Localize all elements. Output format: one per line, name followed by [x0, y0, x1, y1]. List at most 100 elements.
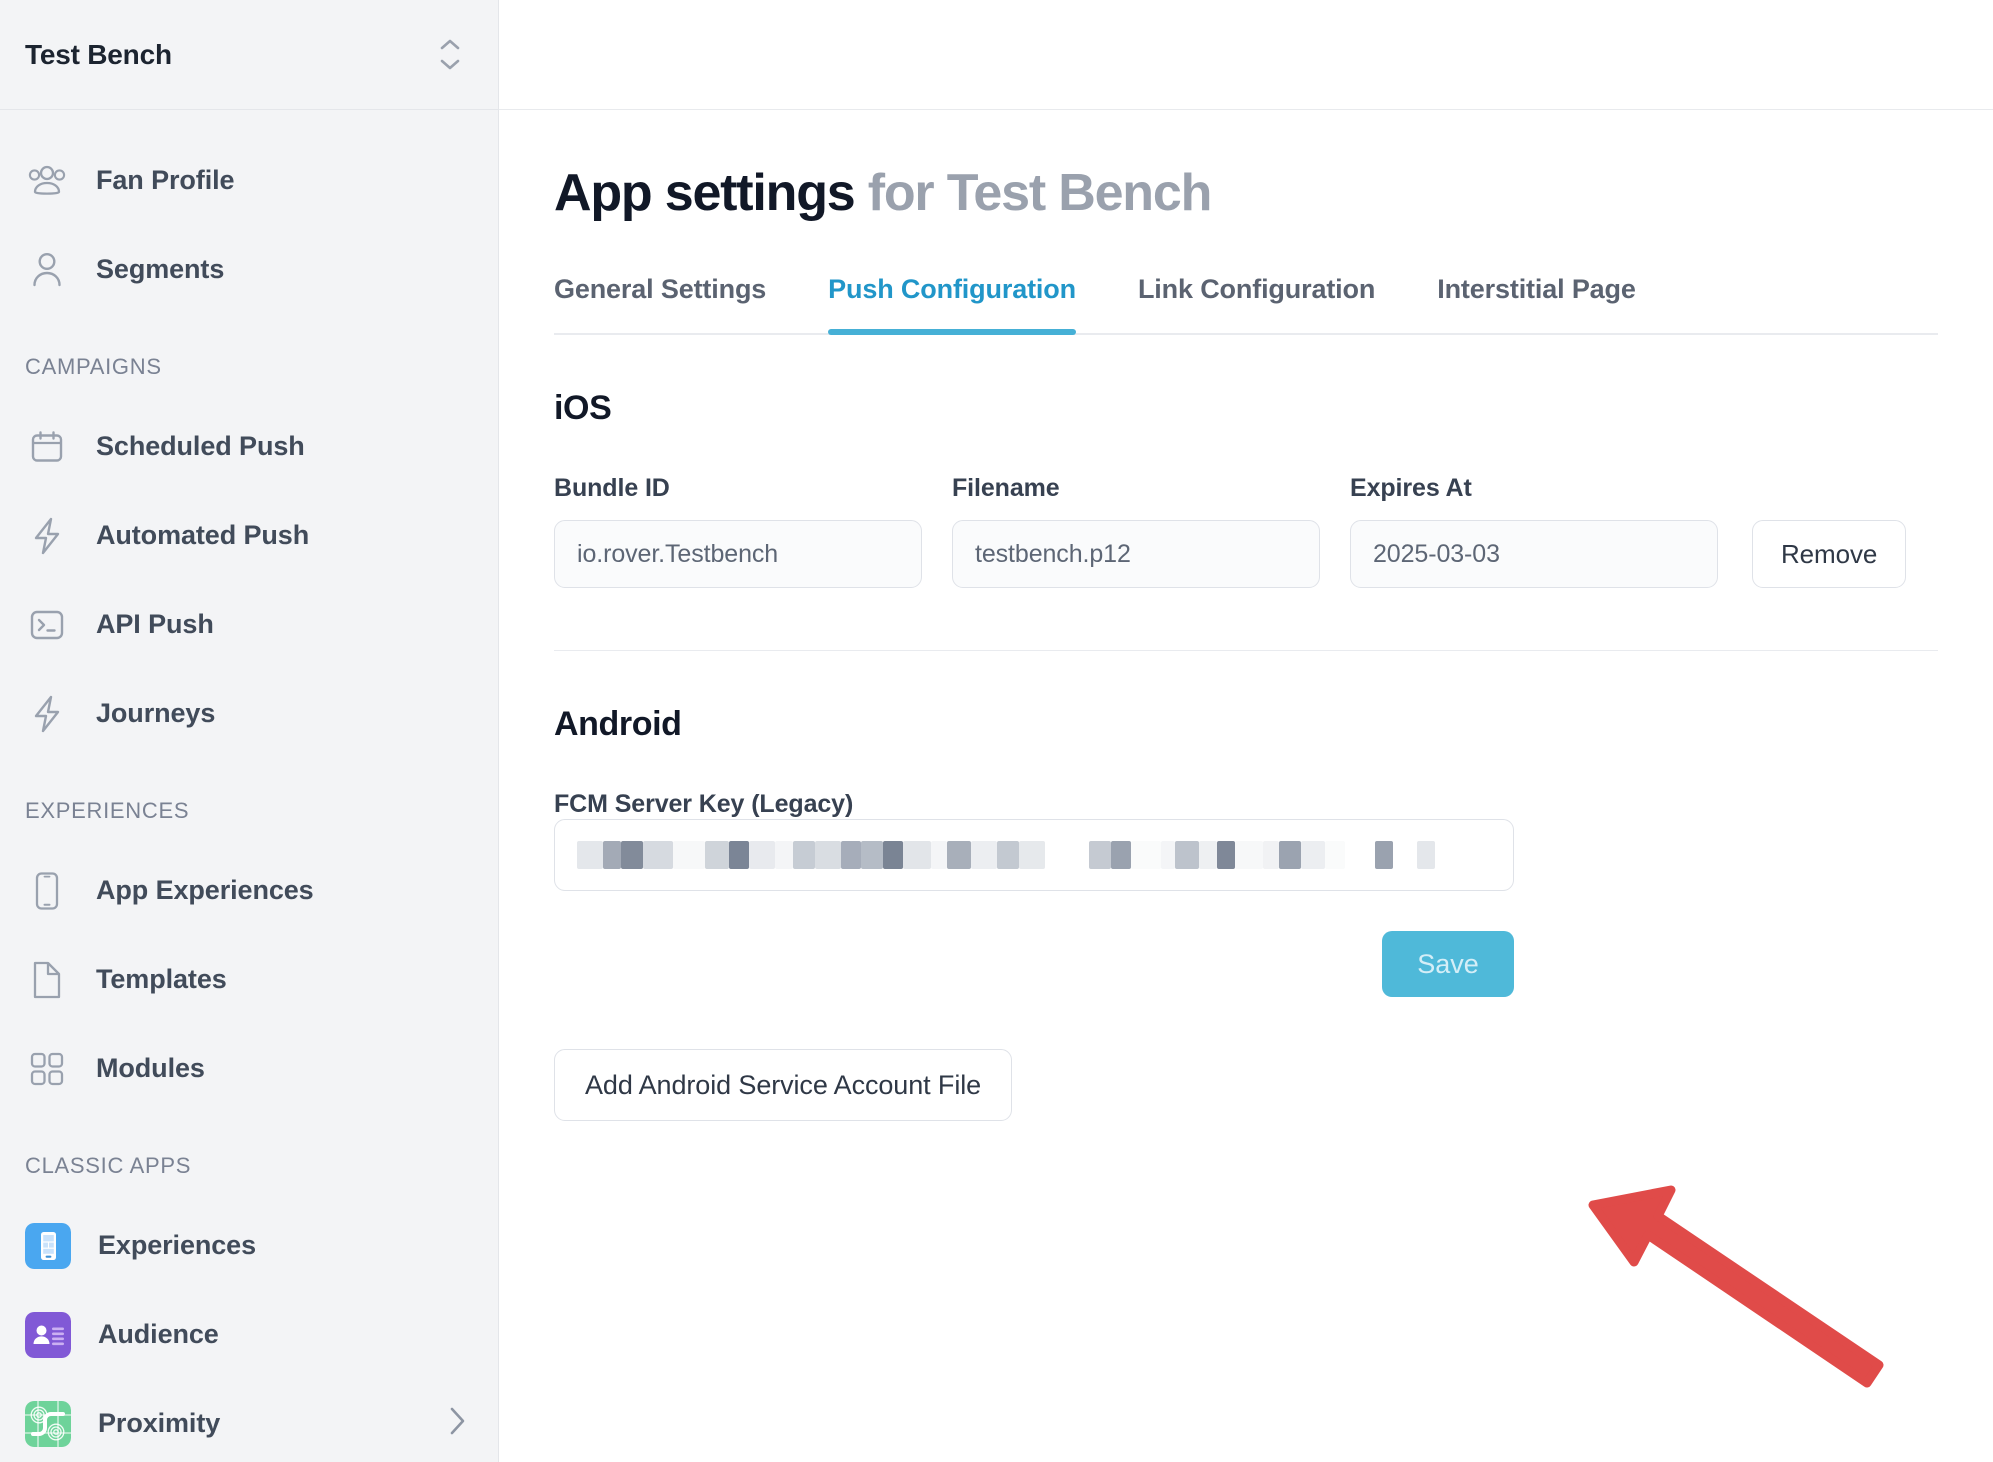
redacted-text-block	[1019, 841, 1045, 870]
fcm-server-key-label: FCM Server Key (Legacy)	[554, 790, 854, 819]
workspace-name: Test Bench	[25, 38, 172, 70]
redacted-text-block	[861, 841, 883, 870]
redacted-text-block	[1235, 841, 1263, 870]
redacted-text-block	[643, 841, 673, 870]
redacted-text-block	[931, 841, 947, 870]
ios-section: iOS Bundle ID io.rover.Testbench Filenam…	[554, 335, 1938, 652]
sidebar-section-classic-apps: CLASSIC APPS	[25, 1153, 192, 1178]
filename-label: Filename	[952, 474, 1060, 503]
redacted-text-block	[1131, 841, 1161, 870]
fcm-server-key-input[interactable]	[554, 819, 1514, 892]
lightning-bolt-icon	[25, 514, 69, 558]
tab-general-settings[interactable]: General Settings	[554, 274, 766, 333]
redacted-text-block	[971, 841, 997, 870]
settings-tabs: General Settings Push Configuration Link…	[554, 274, 1938, 336]
page-title-muted: for Test Bench	[867, 164, 1213, 222]
save-button[interactable]: Save	[1382, 931, 1514, 998]
tab-interstitial-page[interactable]: Interstitial Page	[1437, 274, 1636, 333]
sidebar-item-segments[interactable]: Segments	[0, 225, 498, 314]
sidebar-item-label: App Experiences	[96, 875, 314, 905]
redacted-text-block	[1301, 841, 1325, 870]
sidebar-item-fan-profile[interactable]: Fan Profile	[0, 136, 498, 225]
chevron-right-icon[interactable]	[446, 1404, 468, 1443]
sidebar-item-label: Proximity	[98, 1408, 221, 1438]
redacted-text-block	[705, 841, 729, 870]
redacted-text-block	[1045, 841, 1089, 870]
redacted-text-block	[1175, 841, 1199, 870]
redacted-text-block	[1111, 841, 1131, 870]
sidebar-item-api-push[interactable]: API Push	[0, 580, 498, 669]
expires-at-input[interactable]: 2025-03-03	[1350, 520, 1718, 589]
tab-push-configuration[interactable]: Push Configuration	[828, 274, 1076, 336]
expires-at-label: Expires At	[1350, 474, 1472, 503]
redacted-text-block	[775, 841, 793, 870]
redacted-text-block	[997, 841, 1019, 870]
main-content: App settings for Test Bench General Sett…	[499, 0, 1993, 1462]
redacted-text-block	[903, 841, 931, 870]
redacted-text-block	[1199, 841, 1217, 870]
sidebar-item-label: Journeys	[96, 698, 216, 728]
redacted-text-block	[749, 841, 775, 870]
redacted-text-block	[1217, 841, 1235, 870]
filename-field-group: Filename testbench.p12	[952, 474, 1320, 589]
sidebar-item-classic-proximity[interactable]: Proximity	[0, 1379, 498, 1462]
sidebar-item-label: Experiences	[98, 1230, 256, 1260]
terminal-icon	[25, 603, 69, 647]
remove-certificate-button[interactable]: Remove	[1752, 520, 1907, 589]
bundle-id-input[interactable]: io.rover.Testbench	[554, 520, 922, 589]
redacted-text-block	[1325, 841, 1345, 870]
redacted-text-block	[1279, 841, 1301, 870]
sidebar-item-app-experiences[interactable]: App Experiences	[0, 846, 498, 935]
sidebar-item-modules[interactable]: Modules	[0, 1024, 498, 1113]
redacted-text-block	[1263, 841, 1279, 870]
sidebar-item-label: Audience	[98, 1319, 219, 1349]
sidebar-nav: Fan Profile Segments CAMPAIGNS Scheduled…	[0, 110, 498, 1462]
sidebar-item-label: Scheduled Push	[96, 431, 305, 461]
redacted-text-block	[621, 841, 643, 870]
sidebar-item-templates[interactable]: Templates	[0, 935, 498, 1024]
app-root: Test Bench Fan Profile Segments CAMPAIGN…	[0, 0, 1993, 1462]
bundle-id-label: Bundle ID	[554, 474, 670, 503]
redacted-text-block	[883, 841, 903, 870]
up-down-chevron-icon[interactable]	[436, 38, 464, 72]
sidebar-item-classic-audience[interactable]: Audience	[0, 1290, 498, 1379]
sidebar-item-label: Modules	[96, 1053, 205, 1083]
redacted-text-block	[815, 841, 841, 870]
redacted-text-block	[793, 841, 815, 870]
redacted-text-block	[841, 841, 861, 870]
redacted-text-block	[729, 841, 749, 870]
document-icon	[25, 958, 69, 1002]
redacted-text-block	[1345, 841, 1375, 870]
lightning-bolt-icon	[25, 692, 69, 736]
sidebar-section-campaigns: CAMPAIGNS	[25, 354, 162, 379]
bundle-id-field-group: Bundle ID io.rover.Testbench	[554, 474, 922, 589]
sidebar-item-journeys[interactable]: Journeys	[0, 669, 498, 758]
calendar-icon	[25, 425, 69, 469]
redacted-text-block	[673, 841, 705, 870]
sidebar-item-scheduled-push[interactable]: Scheduled Push	[0, 402, 498, 491]
settings-page: App settings for Test Bench General Sett…	[499, 110, 1993, 1122]
save-button-row: Save	[554, 931, 1514, 998]
page-title: App settings for Test Bench	[554, 164, 1938, 222]
sidebar-item-automated-push[interactable]: Automated Push	[0, 491, 498, 580]
classic-proximity-app-icon	[25, 1400, 71, 1447]
sidebar-item-label: Automated Push	[96, 520, 310, 550]
expires-at-field-group: Expires At 2025-03-03	[1350, 474, 1718, 589]
redacted-text-block	[1161, 841, 1175, 870]
tab-link-configuration[interactable]: Link Configuration	[1138, 274, 1375, 333]
workspace-switcher[interactable]: Test Bench	[0, 0, 498, 110]
filename-input[interactable]: testbench.p12	[952, 520, 1320, 589]
sidebar-item-label: Segments	[96, 254, 225, 284]
sidebar-item-classic-experiences[interactable]: Experiences	[0, 1201, 498, 1290]
android-heading: Android	[554, 705, 682, 744]
sidebar-item-label: Fan Profile	[96, 165, 235, 195]
classic-audience-app-icon	[25, 1311, 71, 1358]
person-icon	[25, 248, 69, 292]
redacted-text-block	[1393, 841, 1417, 870]
add-android-service-account-file-button[interactable]: Add Android Service Account File	[554, 1049, 1013, 1122]
sidebar: Test Bench Fan Profile Segments CAMPAIGN…	[0, 0, 499, 1462]
redacted-text-block	[577, 841, 603, 870]
android-section: Android FCM Server Key (Legacy) Save Add…	[554, 651, 1938, 1122]
classic-experiences-app-icon	[25, 1222, 71, 1269]
redacted-text-block	[947, 841, 971, 870]
